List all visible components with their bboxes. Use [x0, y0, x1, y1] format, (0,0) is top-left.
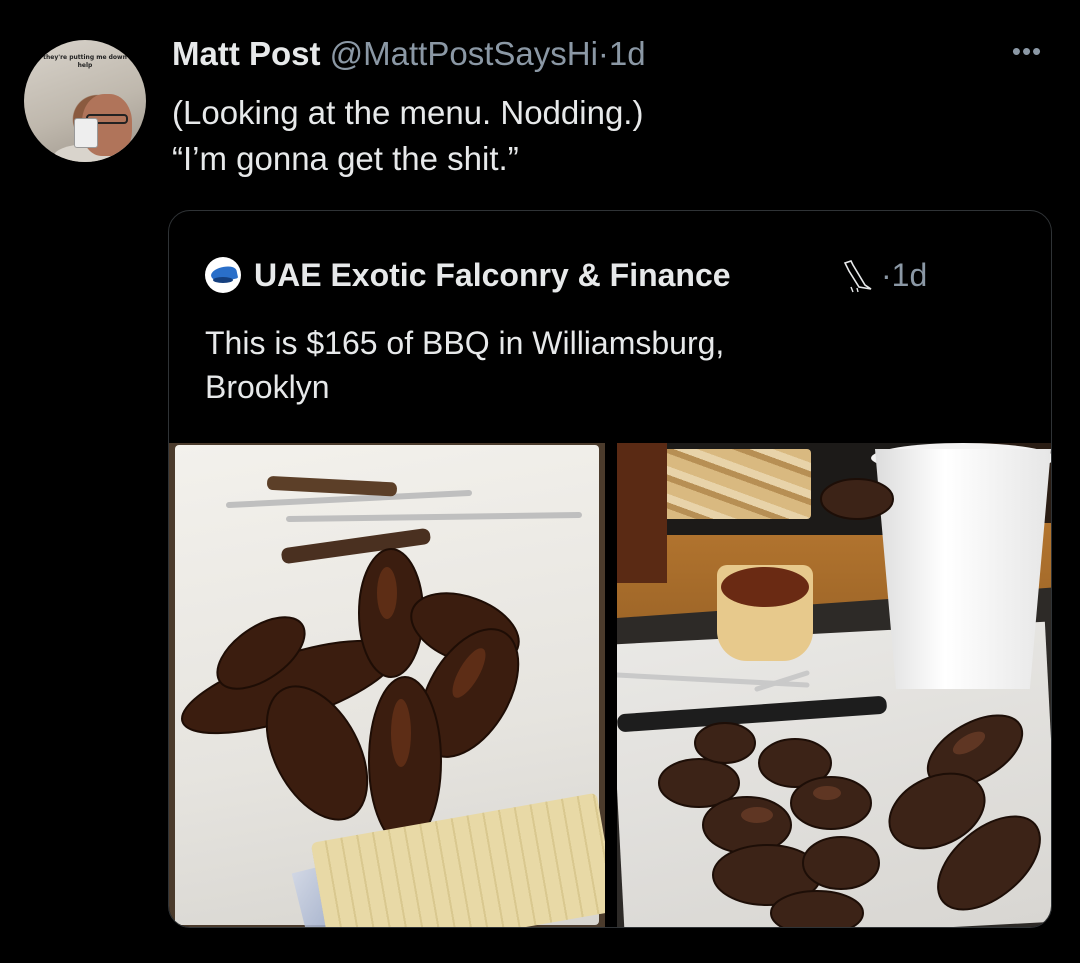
header-separator: · [597, 35, 609, 72]
quote-text: This is $165 of BBQ in Williamsburg, Bro… [205, 321, 1005, 409]
quote-separator: · [881, 257, 892, 293]
avatar-device [74, 118, 98, 148]
bbq-photo-tray-with-cup[interactable] [617, 443, 1051, 927]
falcon-logo-icon[interactable] [205, 257, 241, 293]
author-avatar[interactable]: they're putting me down help [24, 40, 146, 162]
tweet-header: Matt Post @MattPostSaysHi·1d [172, 34, 646, 74]
tweet-text-line: (Looking at the menu. Nodding.) [172, 94, 644, 131]
author-handle[interactable]: @MattPostSaysHi [330, 35, 598, 72]
quote-author-name[interactable]: UAE Exotic Falconry & Finance [254, 255, 731, 295]
quote-text-line: Brooklyn [205, 369, 330, 405]
more-horizontal-icon[interactable]: ••• [1004, 36, 1050, 66]
tweet-text-line: “I’m gonna get the shit.” [172, 140, 519, 177]
logo-wing-shape [213, 277, 233, 283]
tray-contents-illustration [617, 478, 1041, 927]
tweet-timestamp[interactable]: 1d [609, 35, 646, 72]
quote-text-line: This is $165 of BBQ in Williamsburg, [205, 325, 725, 361]
avatar-banner-text: they're putting me down help [43, 54, 127, 69]
quote-timestamp: ·1d [881, 255, 927, 295]
author-name[interactable]: Matt Post [172, 35, 321, 72]
bbq-photo-sausages-on-paper[interactable] [169, 443, 605, 927]
quoted-tweet[interactable]: UAE Exotic Falconry & Finance ·1d This i… [168, 210, 1052, 928]
tweet-text: (Looking at the menu. Nodding.) “I’m gon… [172, 90, 992, 182]
quote-time: 1d [891, 257, 928, 293]
falcon-emoji-icon [843, 260, 872, 293]
